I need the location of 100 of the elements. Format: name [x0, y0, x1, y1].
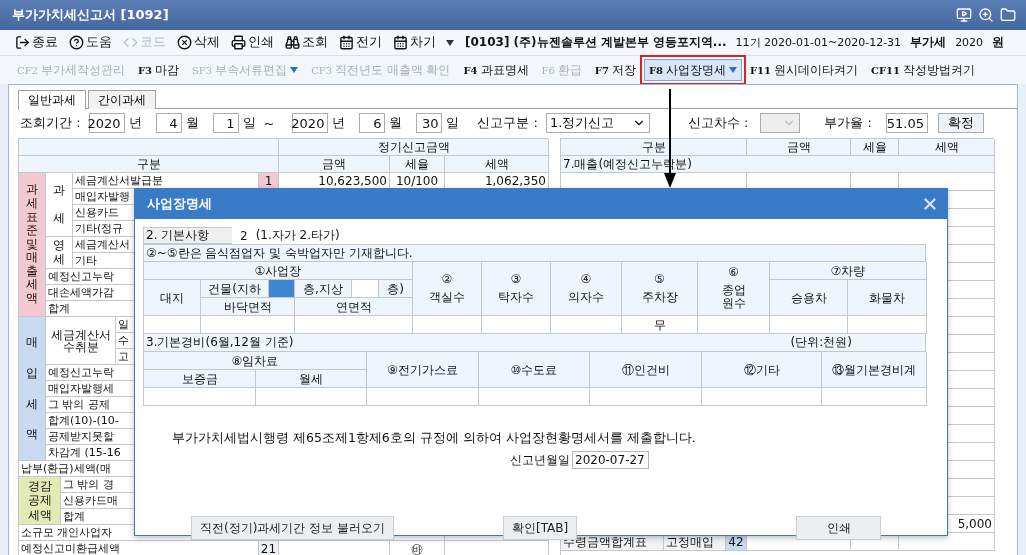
floor-field[interactable]: [352, 280, 379, 298]
toolbar-button[interactable]: 종료: [14, 33, 59, 52]
column-header: 주차장: [641, 290, 678, 305]
folder-icon[interactable]: [1000, 7, 1016, 23]
group-label: 영세: [46, 237, 73, 269]
field-label: 신고구분 :: [477, 114, 538, 132]
day-field[interactable]: 1: [212, 113, 239, 133]
calendar-icon: [339, 35, 354, 50]
toolbar-button[interactable]: 인쇄: [230, 33, 275, 52]
column-header: ⑦차량: [770, 262, 927, 280]
function-key-button[interactable]: F7 저장: [589, 59, 641, 81]
caret-icon: [446, 39, 454, 46]
binoculars-icon: [285, 35, 300, 50]
year-field[interactable]: 2020: [292, 113, 329, 133]
category-cell: 과세표준및매출세액: [19, 173, 46, 317]
row-label: 예정신고미환급세액: [19, 541, 259, 555]
column-header: 탁자수: [498, 290, 534, 305]
year-text: 2020: [955, 36, 984, 49]
date-field[interactable]: 2020-07-27: [572, 451, 649, 469]
column-header: 객실수: [429, 290, 465, 305]
group-label: 세금계산서 수취분: [46, 317, 116, 365]
column-header: ⑨전기가스료: [367, 352, 479, 388]
unit-label: 일: [242, 114, 256, 132]
function-key-button[interactable]: F4 과표명세: [458, 59, 534, 81]
group-label: 과세: [46, 173, 73, 237]
tax-type: 부가세: [910, 34, 947, 51]
column-header: 층,지상: [295, 280, 352, 298]
line-number: 21: [259, 541, 279, 555]
column-header: 층): [379, 280, 413, 298]
period-text: 11기 2020-01-01~2020-12-31: [735, 35, 902, 50]
column-header: 세액: [899, 139, 995, 156]
column-header: 세율: [851, 139, 899, 156]
column-header: 세율: [390, 156, 445, 173]
column-header: ⑩수도료: [479, 352, 590, 388]
column-header: 화물차: [848, 280, 927, 316]
column-header: 금액: [279, 156, 390, 173]
field-label: 2. 기본사항: [143, 227, 232, 244]
unit-label: 일: [446, 114, 460, 132]
range-separator: ~: [263, 115, 275, 131]
unit-label: 월: [185, 114, 199, 132]
category-cell: 매입세액: [19, 317, 46, 461]
year-field[interactable]: 2020: [88, 113, 125, 133]
delete-icon: [177, 35, 192, 50]
function-key-button[interactable]: CF11 작성방법켜기: [865, 59, 980, 81]
column-header: ⑧임차료: [144, 352, 367, 370]
column-header: 의자수: [568, 290, 604, 305]
note-text: ②~⑤란은 음식점업자 및 숙박업자만 기재합니다.: [143, 244, 926, 262]
confirm-button[interactable]: 확정: [937, 113, 984, 133]
line-number: 1: [259, 173, 279, 189]
unit-label: 월: [389, 114, 403, 132]
dialog-button[interactable]: 인쇄: [796, 516, 882, 540]
column-header: 월세: [256, 370, 367, 388]
field-label: 신고차수 :: [687, 114, 749, 132]
month-field[interactable]: 4: [155, 113, 182, 133]
tab[interactable]: 일반과세: [18, 90, 86, 110]
table-cell: 무: [622, 316, 698, 334]
toolbar-button[interactable]: 전기: [338, 33, 383, 52]
toolbar-button[interactable]: 조회: [284, 33, 329, 52]
column-header: 정기신고금액: [279, 139, 549, 156]
toolbar-button[interactable]: 도움: [68, 33, 113, 52]
field-label: 신고년월일: [510, 451, 570, 469]
zoom-icon[interactable]: [978, 7, 994, 23]
column-header: ①사업장: [144, 262, 413, 280]
column-header: 종업 원수: [721, 283, 746, 312]
printer-icon: [231, 35, 246, 50]
window-title: 부가가치세신고서 [1092]: [12, 6, 169, 24]
close-icon[interactable]: [921, 195, 939, 213]
column-header: 금액: [747, 139, 851, 156]
unit-label: 년: [332, 114, 346, 132]
day-field[interactable]: 30: [416, 113, 443, 133]
column-number: ④: [580, 272, 592, 287]
unit-text: 원: [992, 34, 1005, 51]
help-icon: [69, 35, 84, 50]
function-key-button[interactable]: F11 원시데이타켜기: [744, 59, 863, 81]
column-header: 구분: [561, 139, 747, 156]
report-type-select[interactable]: 1.정기신고: [545, 113, 650, 133]
month-field[interactable]: 6: [359, 113, 386, 133]
screen-icon[interactable]: [956, 7, 972, 23]
calendar-icon: [393, 35, 408, 50]
floor-field[interactable]: [269, 280, 295, 298]
column-number: ③: [510, 272, 522, 287]
column-number: ②: [441, 272, 453, 287]
toolbar-button[interactable]: 삭제: [176, 33, 221, 52]
column-header: 건물(지하: [201, 280, 269, 298]
column-header: 대지: [144, 280, 201, 316]
column-header: 승용차: [770, 280, 848, 316]
toolbar-button[interactable]: 차기: [392, 33, 437, 52]
tab[interactable]: 간이과세: [88, 90, 156, 109]
row-label: 세금계산서발급분: [73, 173, 259, 189]
dialog-button[interactable]: 직전(정기)과세기간 정보 불러오기: [191, 516, 394, 540]
column-number: ⑤: [654, 272, 665, 287]
function-key-button[interactable]: F3 마감: [132, 59, 184, 81]
company-name: [0103] (주)뉴젠솔루션 계발본부 영등포지역...: [465, 34, 727, 51]
field-label: 조회기간 :: [20, 114, 81, 132]
dialog-button[interactable]: 확인[TAB]: [503, 516, 578, 540]
exit-icon: [15, 35, 30, 50]
column-header: 구분: [19, 156, 279, 173]
column-header: 연면적: [295, 298, 413, 316]
column-header: 보증금: [144, 370, 256, 388]
ratio-field[interactable]: 51.05: [885, 113, 928, 133]
